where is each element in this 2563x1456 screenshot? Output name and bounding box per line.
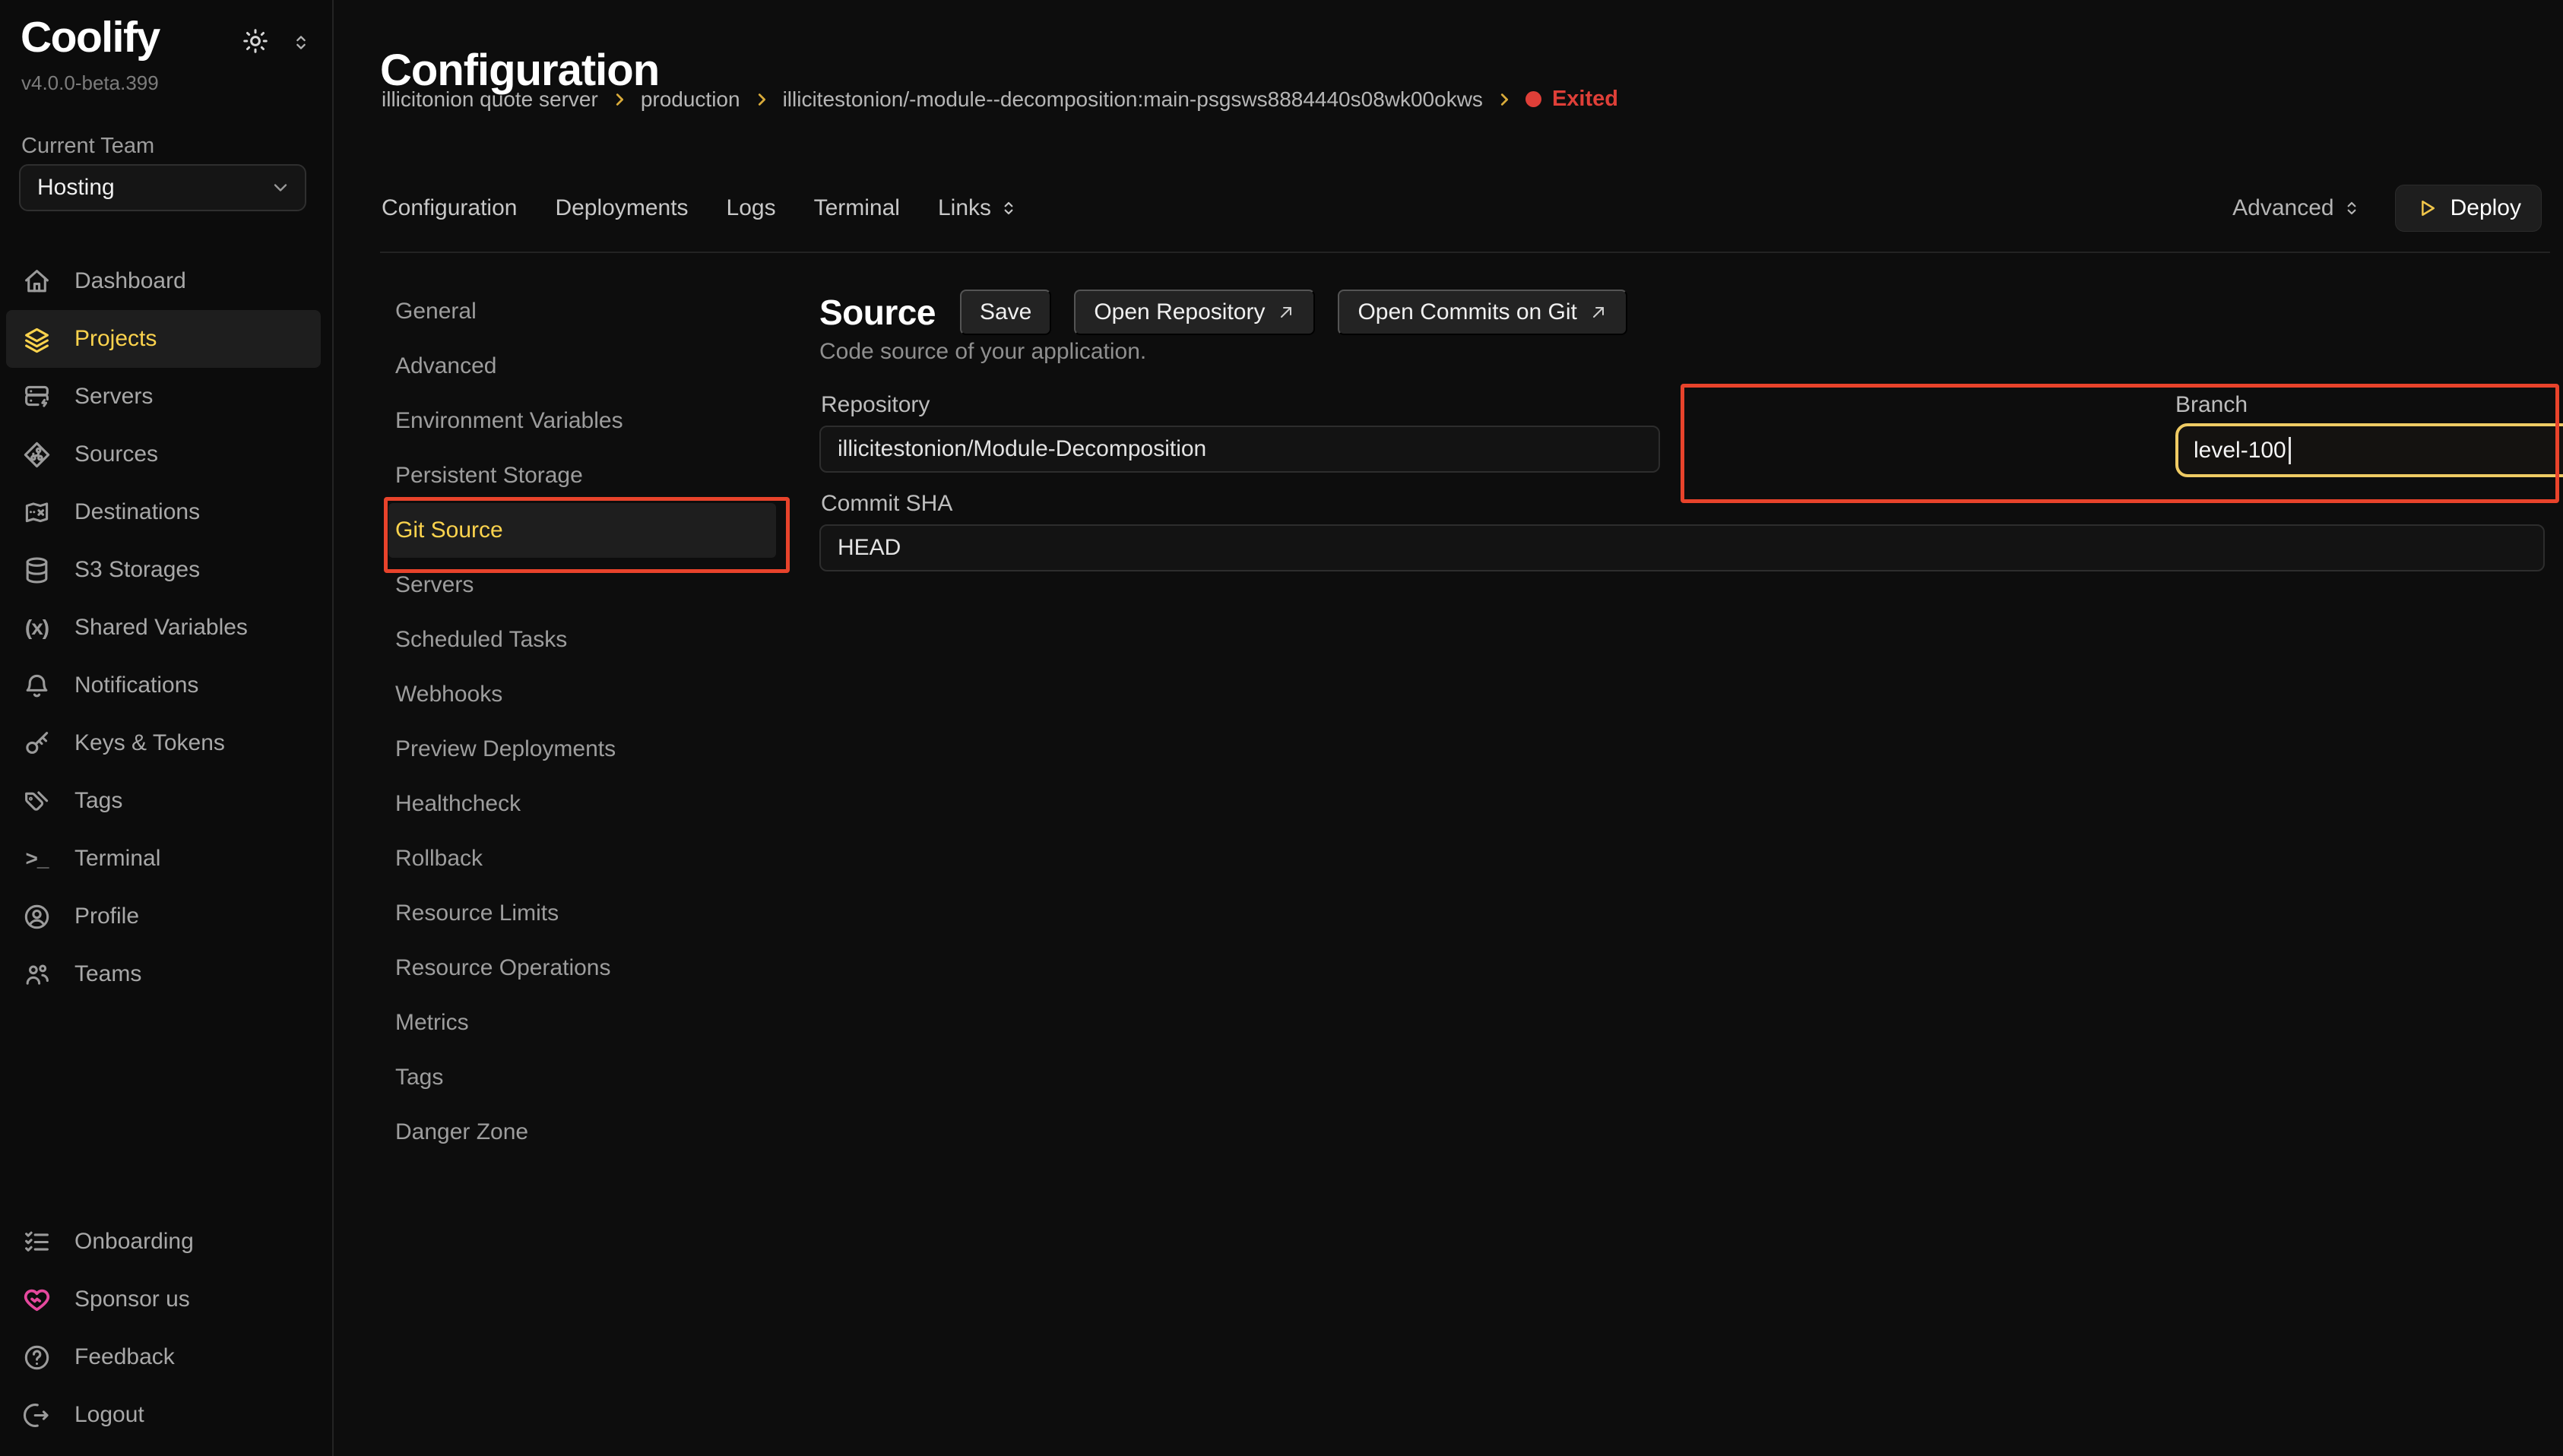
- subnav-item-git-source[interactable]: Git Source: [388, 503, 776, 558]
- config-subnav: General Advanced Environment Variables P…: [388, 284, 776, 1160]
- sidebar-item-teams[interactable]: Teams: [6, 945, 321, 1003]
- source-header: Source Save Open Repository Open Commits…: [819, 289, 1627, 336]
- subnav-item-resource-limits[interactable]: Resource Limits: [388, 886, 776, 941]
- subnav-item-general[interactable]: General: [388, 284, 776, 339]
- subnav-item-advanced[interactable]: Advanced: [388, 339, 776, 394]
- subnav-item-healthcheck[interactable]: Healthcheck: [388, 777, 776, 831]
- sidebar-item-projects[interactable]: Projects: [6, 310, 321, 368]
- subnav-item-danger-zone[interactable]: Danger Zone: [388, 1105, 776, 1160]
- subnav-item-metrics[interactable]: Metrics: [388, 995, 776, 1050]
- checklist-icon: [23, 1228, 51, 1256]
- chevron-right-icon: [753, 91, 770, 108]
- home-icon: [23, 267, 51, 296]
- layers-icon: [23, 325, 51, 353]
- commit-sha-input[interactable]: [819, 524, 2545, 571]
- text-cursor: [2289, 437, 2291, 464]
- main-area: Configuration illicitonion quote server …: [334, 0, 2563, 1456]
- tab-configuration[interactable]: Configuration: [382, 195, 517, 221]
- sidebar-item-notifications[interactable]: Notifications: [6, 657, 321, 714]
- commit-sha-label: Commit SHA: [821, 491, 952, 517]
- repository-label: Repository: [821, 392, 930, 418]
- coolify-app: Coolify v4.0.0-beta.399 Current Team Hos…: [0, 0, 2563, 1456]
- sidebar-item-tags[interactable]: Tags: [6, 772, 321, 830]
- save-button[interactable]: Save: [960, 290, 1051, 335]
- sidebar-item-keys-tokens[interactable]: Keys & Tokens: [6, 714, 321, 772]
- theme-toggle-button[interactable]: [242, 27, 269, 55]
- sidebar-item-sponsor-us[interactable]: Sponsor us: [6, 1271, 321, 1328]
- repository-input[interactable]: [819, 426, 1660, 473]
- subnav-item-preview-deployments[interactable]: Preview Deployments: [388, 722, 776, 777]
- branch-input[interactable]: level-100: [2175, 423, 2563, 477]
- key-icon: [23, 730, 51, 758]
- branch-label: Branch: [2175, 392, 2248, 418]
- sidebar-footer-nav: Onboarding Sponsor us Feedback Logout: [6, 1213, 321, 1444]
- sidebar-item-servers[interactable]: Servers: [6, 368, 321, 426]
- logout-icon: [23, 1401, 51, 1429]
- external-link-icon: [1589, 303, 1608, 321]
- terminal-icon: >_: [23, 847, 51, 871]
- sidebar: Coolify v4.0.0-beta.399 Current Team Hos…: [0, 0, 334, 1456]
- tags-icon: [23, 787, 51, 815]
- sidebar-item-sources[interactable]: Sources: [6, 426, 321, 483]
- breadcrumb-project[interactable]: illicitonion quote server: [382, 87, 598, 112]
- git-source-icon: [23, 441, 51, 469]
- sidebar-item-shared-variables[interactable]: (x) Shared Variables: [6, 599, 321, 657]
- open-repository-button[interactable]: Open Repository: [1074, 290, 1315, 335]
- chevron-up-down-icon: [290, 32, 312, 53]
- sidebar-item-profile[interactable]: Profile: [6, 888, 321, 945]
- sidebar-item-feedback[interactable]: Feedback: [6, 1328, 321, 1386]
- chevron-right-icon: [611, 91, 628, 108]
- database-icon: [23, 556, 51, 584]
- sidebar-item-logout[interactable]: Logout: [6, 1386, 321, 1444]
- help-icon: [23, 1344, 51, 1372]
- chevron-down-icon: [270, 177, 291, 198]
- subnav-item-environment-variables[interactable]: Environment Variables: [388, 394, 776, 448]
- current-team-label: Current Team: [21, 134, 154, 159]
- bell-icon: [23, 672, 51, 700]
- branch-input-value: level-100: [2194, 438, 2286, 464]
- section-title: Source: [819, 292, 936, 333]
- open-commits-button[interactable]: Open Commits on Git: [1338, 290, 1627, 335]
- sidebar-item-destinations[interactable]: Destinations: [6, 483, 321, 541]
- sun-icon: [242, 27, 269, 55]
- variables-icon: (x): [23, 616, 51, 640]
- subnav-item-webhooks[interactable]: Webhooks: [388, 667, 776, 722]
- server-icon: [23, 383, 51, 411]
- team-select-value: Hosting: [37, 175, 115, 201]
- app-logo: Coolify: [21, 12, 160, 62]
- sidebar-item-dashboard[interactable]: Dashboard: [6, 252, 321, 310]
- tab-deployments[interactable]: Deployments: [555, 195, 688, 221]
- git-source-panel: Source Save Open Repository Open Commits…: [819, 0, 2546, 1456]
- sidebar-item-terminal[interactable]: >_ Terminal: [6, 830, 321, 888]
- user-icon: [23, 903, 51, 931]
- subnav-item-rollback[interactable]: Rollback: [388, 831, 776, 886]
- subnav-item-persistent-storage[interactable]: Persistent Storage: [388, 448, 776, 503]
- sidebar-nav: Dashboard Projects Servers Sources Desti…: [6, 252, 321, 1003]
- subnav-item-tags[interactable]: Tags: [388, 1050, 776, 1105]
- subnav-item-scheduled-tasks[interactable]: Scheduled Tasks: [388, 612, 776, 667]
- sidebar-collapse-button[interactable]: [290, 32, 312, 53]
- users-icon: [23, 961, 51, 989]
- map-icon: [23, 499, 51, 527]
- external-link-icon: [1277, 303, 1295, 321]
- tab-logs[interactable]: Logs: [727, 195, 776, 221]
- team-select[interactable]: Hosting: [19, 164, 306, 211]
- sidebar-item-s3-storages[interactable]: S3 Storages: [6, 541, 321, 599]
- section-description: Code source of your application.: [819, 339, 1146, 365]
- breadcrumb-environment[interactable]: production: [641, 87, 740, 112]
- sidebar-item-onboarding[interactable]: Onboarding: [6, 1213, 321, 1271]
- app-version: v4.0.0-beta.399: [21, 71, 159, 95]
- subnav-item-servers[interactable]: Servers: [388, 558, 776, 612]
- subnav-item-resource-operations[interactable]: Resource Operations: [388, 941, 776, 995]
- heart-icon: [23, 1286, 51, 1314]
